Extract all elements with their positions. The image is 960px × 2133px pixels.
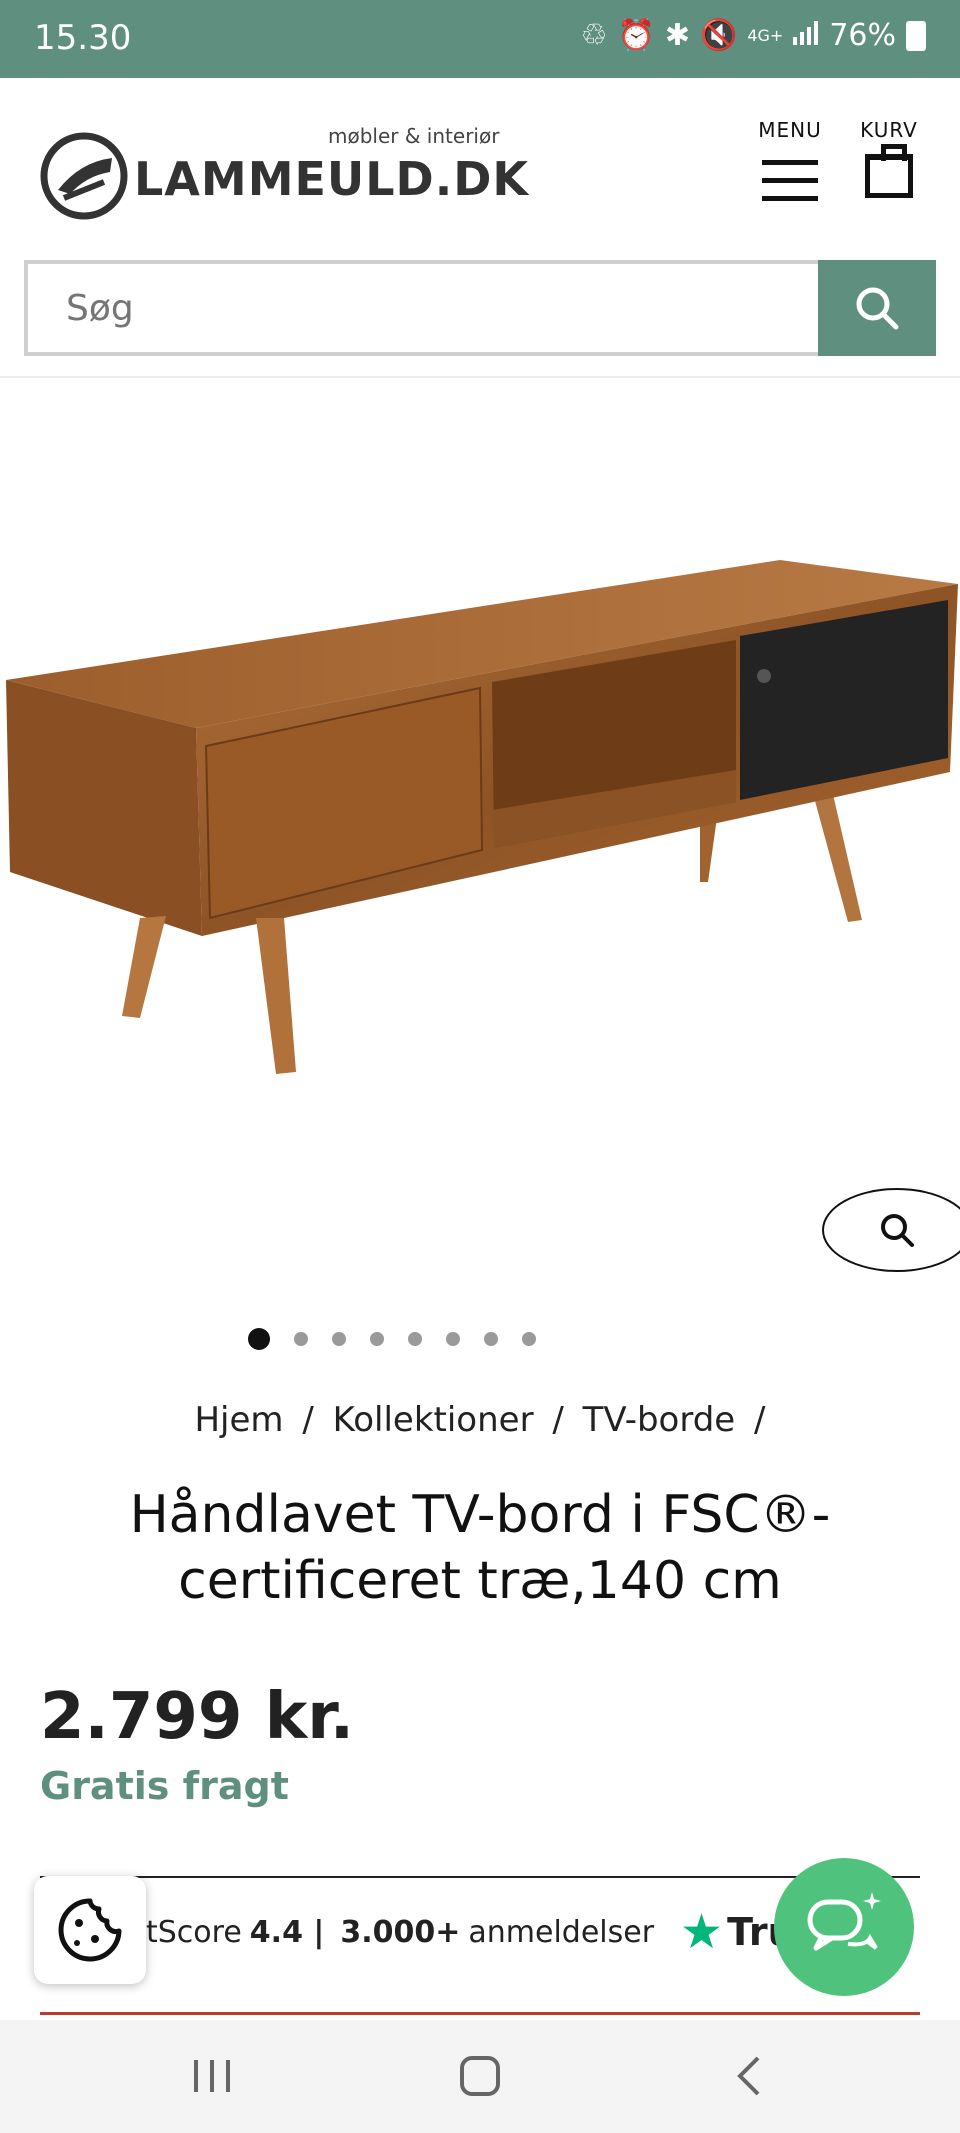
logo-tagline: møbler & interiør: [328, 124, 500, 148]
hamburger-icon: [762, 160, 818, 201]
battery-percent: 76%: [829, 18, 896, 53]
trustpilot-star-icon: ★: [680, 1904, 724, 1960]
product-price: 2.799 kr.: [40, 1680, 355, 1754]
search-bar: [24, 260, 936, 356]
logo-chair-icon: [40, 132, 128, 220]
gallery-dot[interactable]: [446, 1332, 460, 1346]
breadcrumb-separator: /: [552, 1400, 564, 1440]
status-bar: 15.30 ♲ ⏰ ✱ 🔇 4G+ 76%: [0, 0, 960, 78]
trust-score: 4.4 |: [249, 1914, 325, 1950]
search-input[interactable]: [24, 260, 820, 356]
gallery-dot[interactable]: [370, 1332, 384, 1346]
cookie-button[interactable]: [34, 1876, 146, 1984]
product-title: Håndlavet TV-bord i FSC®-certificeret tr…: [129, 1485, 831, 1611]
network-label: 4G+: [747, 26, 784, 45]
menu-button[interactable]: MENU: [748, 118, 832, 214]
chat-icon: [807, 1892, 881, 1951]
gallery-dot[interactable]: [484, 1332, 498, 1346]
mute-icon: 🔇: [699, 18, 738, 53]
status-icons: ♲ ⏰ ✱ 🔇 4G+ 76%: [581, 18, 926, 53]
trust-review-label: anmeldelser: [468, 1914, 655, 1950]
system-nav-bar: [0, 2020, 960, 2133]
product-image[interactable]: [0, 520, 960, 1080]
breadcrumb-separator: /: [754, 1400, 766, 1440]
zoom-button[interactable]: [822, 1188, 960, 1272]
home-icon[interactable]: [458, 2056, 502, 2096]
breadcrumb-collections[interactable]: Kollektioner: [333, 1400, 534, 1440]
gallery-dot[interactable]: [332, 1332, 346, 1346]
zoom-icon: [881, 1214, 914, 1247]
breadcrumb-home[interactable]: Hjem: [194, 1400, 283, 1440]
site-header: møbler & interiør LAMMEULD.DK MENU KURV: [0, 78, 960, 258]
signal-icon: [793, 18, 819, 53]
gallery-dot[interactable]: [408, 1332, 422, 1346]
shipping-info: Gratis fragt: [40, 1764, 289, 1808]
header-divider: [0, 376, 960, 378]
back-icon[interactable]: [730, 2056, 770, 2096]
gallery-dot[interactable]: [522, 1332, 536, 1346]
cookie-icon: [58, 1898, 122, 1962]
recycle-icon: ♲: [580, 18, 608, 53]
alarm-icon: ⏰: [617, 18, 655, 53]
trust-divider: [40, 1876, 920, 1878]
cart-label: KURV: [860, 118, 918, 142]
recent-apps-icon[interactable]: [190, 2056, 234, 2096]
gallery-dot[interactable]: [294, 1332, 308, 1346]
search-button[interactable]: [818, 260, 936, 356]
site-logo[interactable]: møbler & interiør LAMMEULD.DK: [40, 124, 528, 224]
battery-icon: [906, 20, 926, 51]
notice-border: [40, 2012, 920, 2015]
status-time: 15.30: [34, 18, 132, 58]
logo-text: LAMMEULD.DK: [134, 152, 530, 206]
gallery-dot[interactable]: [248, 1328, 270, 1350]
breadcrumb-separator: /: [302, 1400, 314, 1440]
search-icon: [856, 287, 899, 330]
shopping-bag-icon: [865, 144, 913, 198]
menu-label: MENU: [758, 118, 822, 142]
chat-button[interactable]: [774, 1858, 914, 1996]
breadcrumb: Hjem / Kollektioner / TV-borde /: [0, 1400, 960, 1440]
breadcrumb-tv-stands[interactable]: TV-borde: [583, 1400, 736, 1440]
trust-review-count: 3.000+: [340, 1914, 461, 1950]
bluetooth-icon: ✱: [664, 18, 690, 53]
cart-button[interactable]: KURV: [852, 118, 926, 198]
trust-score-prefix: tScore: [146, 1914, 242, 1950]
gallery-dots: [0, 1328, 872, 1350]
